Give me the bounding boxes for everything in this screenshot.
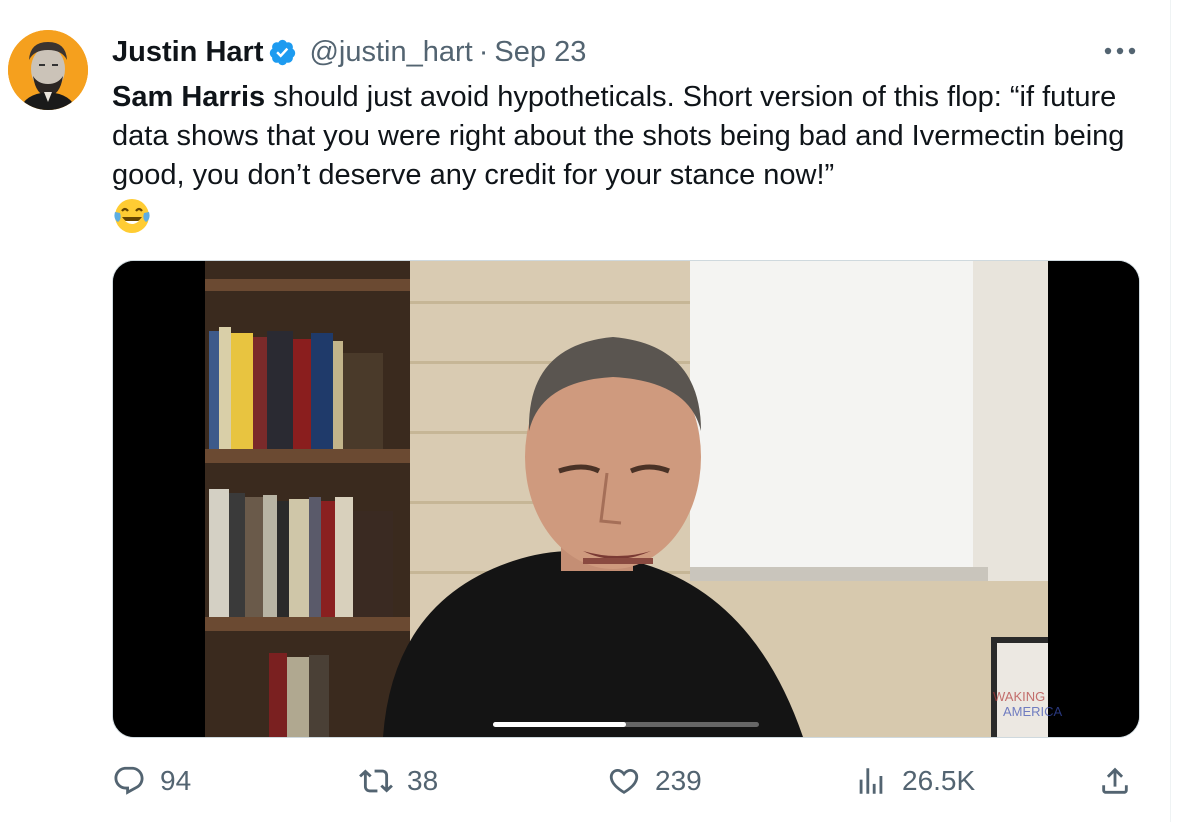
tweet-mention: Sam Harris — [112, 81, 266, 113]
heart-icon — [609, 768, 639, 794]
more-options-button[interactable] — [1100, 36, 1140, 66]
video-progress-fill — [493, 722, 626, 727]
verified-badge-icon — [270, 39, 296, 65]
repost-count: 38 — [407, 765, 439, 796]
share-button[interactable] — [1098, 755, 1146, 807]
reply-icon — [114, 766, 144, 795]
header-separator: · — [478, 35, 489, 68]
views-chart-icon — [859, 768, 883, 794]
repost-button[interactable]: 38 — [359, 755, 438, 807]
tweet-date[interactable]: Sep 23 — [494, 36, 586, 69]
column-divider — [1170, 0, 1171, 822]
avatar[interactable] — [8, 30, 88, 110]
video-player[interactable]: WAKING AMERICA — [112, 260, 1140, 738]
repost-icon — [359, 769, 393, 793]
tweet-header: Justin Hart @justin_hart · Sep 23 — [112, 30, 586, 74]
like-count: 239 — [655, 765, 702, 796]
share-icon — [1102, 767, 1128, 794]
tears-of-joy-emoji-icon — [114, 199, 150, 233]
author-handle[interactable]: @justin_hart — [309, 36, 472, 69]
svg-text:WAKING: WAKING — [993, 689, 1045, 704]
view-count: 26.5K — [902, 765, 976, 796]
author-display-name[interactable]: Justin Hart — [112, 36, 263, 69]
svg-text:AMERICA: AMERICA — [1003, 704, 1063, 719]
video-frame: WAKING AMERICA — [113, 261, 1139, 737]
more-dots-icon — [1104, 47, 1136, 55]
avatar-portrait — [8, 30, 88, 110]
tweet-text: Sam Harris should just avoid hypothetica… — [112, 78, 1142, 195]
reply-button[interactable]: 94 — [112, 755, 191, 807]
like-button[interactable]: 239 — [607, 755, 702, 807]
reply-count: 94 — [160, 765, 192, 796]
tweet-actions: 94 38 239 26.5K — [112, 755, 1142, 807]
views-button[interactable]: 26.5K — [854, 755, 975, 807]
video-progress-track[interactable] — [493, 722, 759, 727]
